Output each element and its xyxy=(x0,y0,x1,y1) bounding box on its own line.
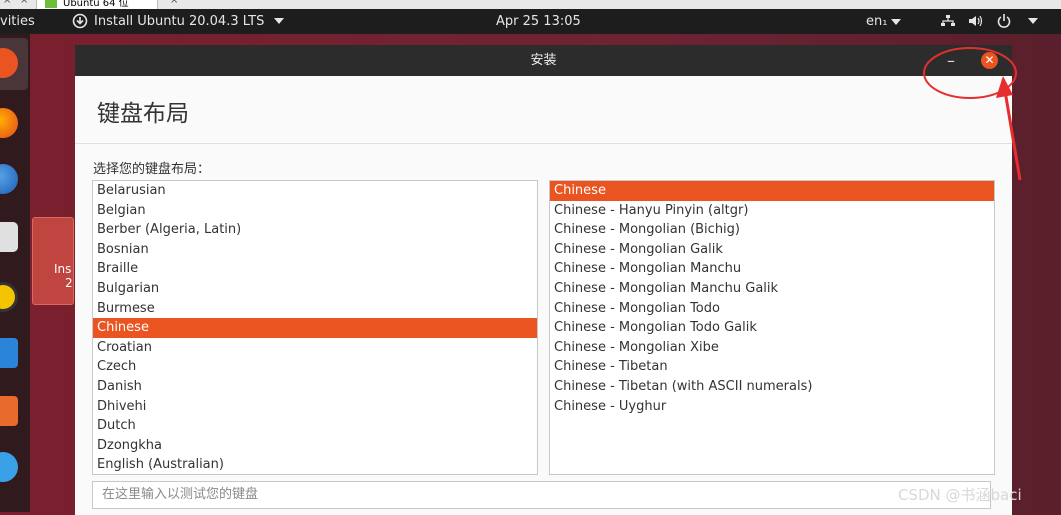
keyboard-variant-list[interactable]: Chinese Chinese - Hanyu Pinyin (altgr) Chi… xyxy=(549,180,995,475)
layout-item[interactable]: Braille xyxy=(93,259,537,279)
layout-item[interactable]: Bulgarian xyxy=(93,279,537,299)
variant-item[interactable]: Chinese - Mongolian Todo xyxy=(550,299,994,319)
desktop-icon-label: Ins xyxy=(54,262,72,276)
close-icon[interactable]: × xyxy=(170,0,178,6)
variant-item[interactable]: Chinese - Mongolian Xibe xyxy=(550,338,994,358)
desktop-icon-label: 2 xyxy=(65,276,73,290)
vm-tab[interactable]: Ubuntu 64 位 xyxy=(36,0,158,9)
network-icon xyxy=(941,15,955,26)
activities-button[interactable]: vities xyxy=(0,14,35,29)
variant-item[interactable]: Chinese - Mongolian Galik xyxy=(550,240,994,260)
minimize-button[interactable]: – xyxy=(947,45,955,76)
variant-item[interactable]: Chinese - Mongolian Manchu Galik xyxy=(550,279,994,299)
chevron-down-icon xyxy=(891,18,902,25)
rhythmbox-icon[interactable] xyxy=(0,282,18,312)
variant-item[interactable]: Chinese - Tibetan xyxy=(550,357,994,377)
layout-item[interactable]: Dutch xyxy=(93,416,537,436)
close-icon[interactable]: × xyxy=(20,0,28,6)
language-label: en₁ xyxy=(866,14,888,29)
language-indicator[interactable]: en₁ xyxy=(866,14,902,29)
variant-item[interactable]: Chinese - Mongolian Todo Galik xyxy=(550,318,994,338)
download-icon xyxy=(72,13,88,29)
layout-item[interactable]: Belarusian xyxy=(93,181,537,201)
dock xyxy=(0,34,30,512)
volume-icon xyxy=(969,15,983,27)
layout-item[interactable]: Chinese xyxy=(93,318,537,338)
power-icon xyxy=(997,14,1011,28)
variant-item[interactable]: Chinese - Tibetan (with ASCII numerals) xyxy=(550,377,994,397)
layout-item[interactable]: English (Australian) xyxy=(93,455,537,474)
writer-icon[interactable] xyxy=(0,338,18,368)
chevron-down-icon xyxy=(274,18,285,24)
layout-item[interactable]: Burmese xyxy=(93,299,537,319)
variant-item[interactable]: Chinese - Mongolian Manchu xyxy=(550,259,994,279)
divider xyxy=(75,143,1012,144)
installer-app-label: Install Ubuntu 20.04.3 LTS xyxy=(94,13,265,29)
vm-tab-strip: × × Ubuntu 64 位 × xyxy=(0,0,1061,9)
layout-item[interactable]: Bosnian xyxy=(93,240,537,260)
thunderbird-icon[interactable] xyxy=(0,164,18,194)
close-icon[interactable]: × xyxy=(3,0,11,6)
software-icon[interactable] xyxy=(0,396,18,426)
desktop-install-icon[interactable]: Ins 2 xyxy=(32,217,74,305)
clock[interactable]: Apr 25 13:05 xyxy=(496,14,581,29)
window-title: 安装 xyxy=(530,53,557,68)
layout-item[interactable]: Czech xyxy=(93,357,537,377)
help-icon[interactable] xyxy=(0,452,18,482)
layout-item[interactable]: Belgian xyxy=(93,201,537,221)
chevron-down-icon xyxy=(1028,18,1038,24)
top-bar: vities Install Ubuntu 20.04.3 LTS Apr 25… xyxy=(0,9,1061,34)
layout-prompt: 选择您的键盘布局： xyxy=(93,162,211,177)
firefox-icon[interactable] xyxy=(0,108,18,138)
files-icon[interactable] xyxy=(0,222,18,252)
variant-item[interactable]: Chinese - Uyghur xyxy=(550,397,994,417)
variant-item[interactable]: Chinese - Mongolian (Bichig) xyxy=(550,220,994,240)
window-content: 键盘布局 选择您的键盘布局： Belarusian Belgian Berber (… xyxy=(75,76,1012,515)
page-title: 键盘布局 xyxy=(97,101,189,127)
watermark: CSDN @书涵baci xyxy=(898,486,1022,504)
window-titlebar[interactable]: 安装 – ✕ xyxy=(75,45,1012,76)
layout-item[interactable]: Danish xyxy=(93,377,537,397)
keyboard-test-input[interactable]: 在这里输入以测试您的键盘 xyxy=(92,481,991,509)
variant-item[interactable]: Chinese - Hanyu Pinyin (altgr) xyxy=(550,201,994,221)
layout-item[interactable]: Croatian xyxy=(93,338,537,358)
layout-item[interactable]: Dhivehi xyxy=(93,397,537,417)
system-menu[interactable] xyxy=(940,13,1038,29)
keyboard-layout-list[interactable]: Belarusian Belgian Berber (Algeria, Latin)… xyxy=(92,180,538,475)
variant-item[interactable]: Chinese xyxy=(550,181,994,201)
layout-item[interactable]: Berber (Algeria, Latin) xyxy=(93,220,537,240)
vm-icon xyxy=(45,0,57,8)
layout-item[interactable]: Dzongkha xyxy=(93,436,537,456)
vm-tab-label: Ubuntu 64 位 xyxy=(63,0,129,9)
installer-app-menu[interactable]: Install Ubuntu 20.04.3 LTS xyxy=(72,13,285,29)
installer-window: 安装 – ✕ 键盘布局 选择您的键盘布局： Belarusian Belgian B… xyxy=(75,45,1012,515)
close-button[interactable]: ✕ xyxy=(981,52,998,69)
